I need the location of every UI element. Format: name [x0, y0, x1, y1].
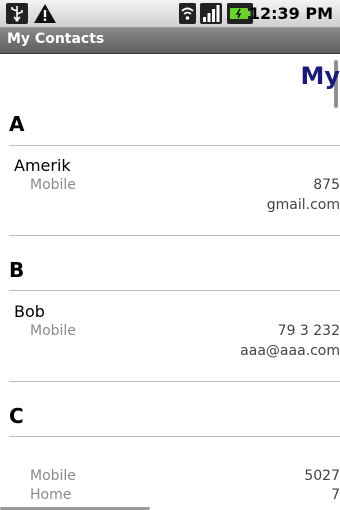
section-divider [9, 290, 340, 291]
warning-icon [34, 4, 56, 23]
contact-name: Bob [14, 302, 45, 321]
phone-number[interactable]: 875 [313, 177, 340, 193]
phone-type: Mobile [30, 468, 76, 484]
contact-divider [9, 235, 340, 236]
usb-icon [6, 3, 28, 24]
section-divider [9, 436, 340, 437]
section-letter-b: B [9, 258, 25, 282]
status-clock: 12:39 PM [248, 4, 333, 23]
contacts-list[interactable]: My A Amerik Mobile 875 gmail.com B Bob M… [0, 54, 340, 510]
section-divider [9, 145, 340, 146]
app-title-bar: My Contacts [0, 28, 340, 54]
signal-icon [200, 3, 222, 24]
wifi-icon [179, 3, 196, 24]
email-address[interactable]: gmail.com [267, 197, 340, 213]
email-address[interactable]: aaa@aaa.com [240, 343, 340, 359]
app-title: My Contacts [7, 31, 105, 47]
section-letter-c: C [9, 404, 24, 428]
phone-type: Mobile [30, 323, 76, 339]
phone-type: Mobile [30, 177, 76, 193]
phone-number[interactable]: 79 3 232 [278, 323, 340, 339]
section-letter-a: A [9, 112, 25, 136]
page-heading: My [300, 62, 340, 90]
status-bar: 12:39 PM [0, 0, 340, 28]
phone-type: Home [30, 487, 72, 503]
phone-number[interactable]: 7 [331, 487, 340, 503]
contact-divider [9, 381, 340, 382]
contact-name: Amerik [14, 156, 71, 175]
phone-number[interactable]: 5027 [304, 468, 340, 484]
